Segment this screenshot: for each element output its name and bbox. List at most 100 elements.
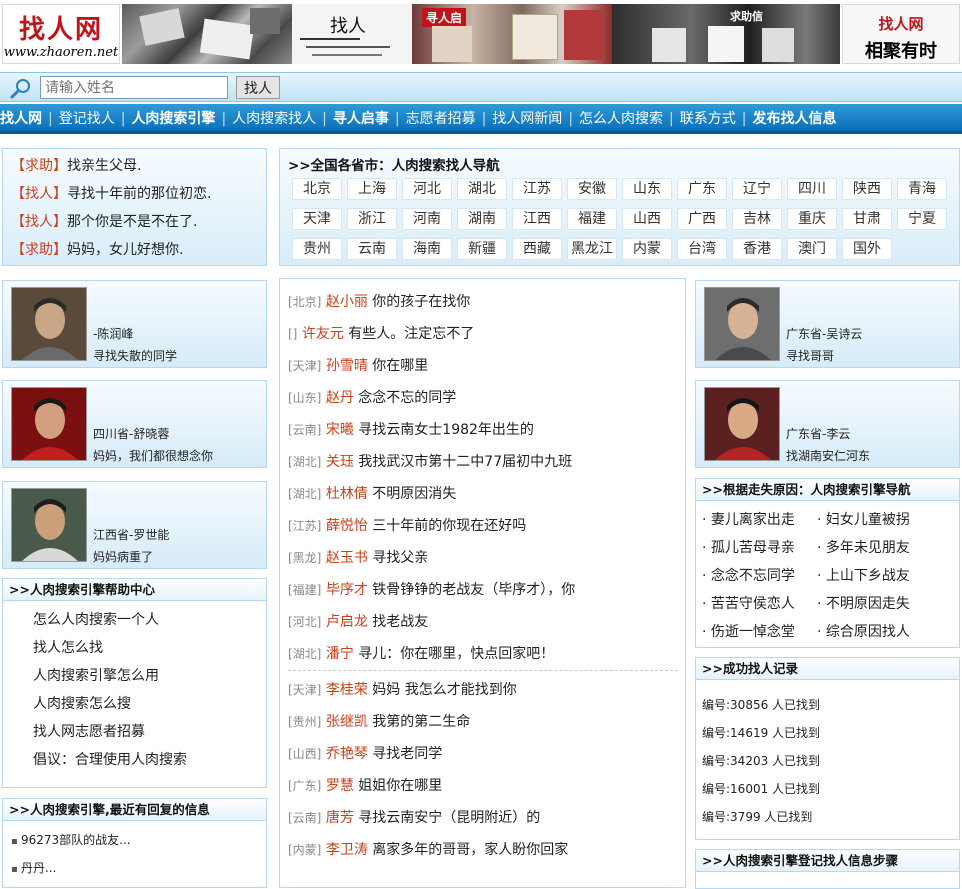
post-list-item[interactable]: [黑龙] 赵玉书 寻找父亲 bbox=[288, 547, 428, 567]
nav-item-1[interactable]: 登记找人 bbox=[59, 104, 115, 134]
nav-item-0[interactable]: 找人网 bbox=[0, 104, 42, 134]
region-link[interactable]: 陕西 bbox=[842, 178, 892, 200]
post-list-item[interactable]: [内蒙] 李卫涛 离家多年的哥哥，家人盼你回家 bbox=[288, 839, 568, 859]
reason-link[interactable]: · 孤儿苦母寻亲 bbox=[702, 537, 795, 557]
post-name[interactable]: 李卫涛 bbox=[326, 842, 368, 858]
success-record[interactable]: 编号:3799 人已找到 bbox=[702, 808, 812, 825]
replied-item[interactable]: ▪ 96273部队的战友... bbox=[11, 831, 131, 848]
nav-item-7[interactable]: 怎么人肉搜索 bbox=[579, 104, 663, 134]
post-list-item[interactable]: [贵州] 张继凯 我第的第二生命 bbox=[288, 711, 470, 731]
region-link[interactable]: 云南 bbox=[347, 238, 397, 260]
region-link[interactable]: 浙江 bbox=[347, 208, 397, 230]
region-link[interactable]: 四川 bbox=[787, 178, 837, 200]
reason-link[interactable]: · 苦苦守侯恋人 bbox=[702, 593, 795, 613]
nav-item-6[interactable]: 找人网新闻 bbox=[492, 104, 562, 134]
region-link[interactable]: 山东 bbox=[622, 178, 672, 200]
help-center-link[interactable]: 倡议：合理使用人肉搜索 bbox=[33, 749, 187, 769]
success-record[interactable]: 编号:30856 人已找到 bbox=[702, 696, 820, 713]
nav-item-3[interactable]: 人肉搜索找人 bbox=[232, 104, 316, 134]
post-list-item[interactable]: [山东] 赵丹 念念不忘的同学 bbox=[288, 387, 456, 407]
region-link[interactable]: 海南 bbox=[402, 238, 452, 260]
help-center-link[interactable]: 人肉搜索怎么搜 bbox=[33, 693, 131, 713]
help-center-link[interactable]: 怎么人肉搜索一个人 bbox=[33, 609, 159, 629]
post-name[interactable]: 唐芳 bbox=[326, 810, 354, 826]
post-list-item[interactable]: [江苏] 薛悦怡 三十年前的你现在还好吗 bbox=[288, 515, 526, 535]
person-card[interactable]: 广东省-吴诗云 寻找哥哥 bbox=[695, 280, 960, 368]
person-card[interactable]: 江西省-罗世能 妈妈病重了 bbox=[2, 481, 267, 569]
reason-link[interactable]: · 多年未见朋友 bbox=[817, 537, 910, 557]
region-link[interactable]: 江苏 bbox=[512, 178, 562, 200]
region-link[interactable]: 广东 bbox=[677, 178, 727, 200]
post-list-item[interactable]: [湖北] 潘宁 寻儿：你在哪里，快点回家吧！ bbox=[288, 643, 554, 663]
post-name[interactable]: 赵玉书 bbox=[326, 550, 368, 566]
post-list-item[interactable]: [云南] 唐芳 寻找云南安宁（昆明附近）的 bbox=[288, 807, 540, 827]
region-link[interactable]: 黑龙江 bbox=[567, 238, 617, 260]
region-link[interactable]: 天津 bbox=[292, 208, 342, 230]
nav-item-4[interactable]: 寻人启事 bbox=[333, 104, 389, 134]
help-post-item[interactable]: 【找人】寻找十年前的那位初恋. bbox=[11, 183, 211, 203]
region-link[interactable]: 吉林 bbox=[732, 208, 782, 230]
post-name[interactable]: 关珏 bbox=[326, 454, 354, 470]
person-name[interactable]: 广东省-李云 bbox=[786, 425, 850, 442]
reason-link[interactable]: · 念念不忘同学 bbox=[702, 565, 795, 585]
region-link[interactable]: 江西 bbox=[512, 208, 562, 230]
success-record[interactable]: 编号:34203 人已找到 bbox=[702, 752, 820, 769]
replied-item[interactable]: ▪ 丹丹... bbox=[11, 859, 56, 876]
post-list-item[interactable]: [福建] 毕序才 铁骨铮铮的老战友（毕序才），你 bbox=[288, 579, 575, 599]
post-name[interactable]: 毕序才 bbox=[326, 582, 368, 598]
help-post-item[interactable]: 【求助】找亲生父母. bbox=[11, 155, 141, 175]
region-link[interactable]: 西藏 bbox=[512, 238, 562, 260]
region-link[interactable]: 辽宁 bbox=[732, 178, 782, 200]
region-link[interactable]: 甘肃 bbox=[842, 208, 892, 230]
region-link[interactable]: 内蒙 bbox=[622, 238, 672, 260]
reason-link[interactable]: · 不明原因走失 bbox=[817, 593, 910, 613]
region-link[interactable]: 河北 bbox=[402, 178, 452, 200]
region-link[interactable]: 国外 bbox=[842, 238, 892, 260]
reason-link[interactable]: · 妻儿离家出走 bbox=[702, 509, 795, 529]
post-list-item[interactable]: [广东] 罗慧 姐姐你在哪里 bbox=[288, 775, 442, 795]
person-name[interactable]: -陈润峰 bbox=[93, 325, 133, 342]
reason-link[interactable]: · 伤逝一悼念堂 bbox=[702, 621, 795, 641]
post-name[interactable]: 张继凯 bbox=[326, 714, 368, 730]
region-link[interactable]: 上海 bbox=[347, 178, 397, 200]
region-link[interactable]: 北京 bbox=[292, 178, 342, 200]
region-link[interactable]: 新疆 bbox=[457, 238, 507, 260]
person-name[interactable]: 江西省-罗世能 bbox=[93, 526, 169, 543]
post-name[interactable]: 卢启龙 bbox=[326, 614, 368, 630]
site-logo[interactable]: 找人网 www.zhaoren.net bbox=[2, 4, 120, 64]
success-record[interactable]: 编号:14619 人已找到 bbox=[702, 724, 820, 741]
post-name[interactable]: 薛悦怡 bbox=[326, 518, 368, 534]
post-name[interactable]: 孙雪晴 bbox=[326, 358, 368, 374]
post-name[interactable]: 罗慧 bbox=[326, 778, 354, 794]
post-name[interactable]: 潘宁 bbox=[326, 646, 354, 662]
nav-item-2[interactable]: 人肉搜索引擎 bbox=[131, 104, 215, 134]
post-list-item[interactable]: [山西] 乔艳琴 寻找老同学 bbox=[288, 743, 442, 763]
person-photo[interactable] bbox=[704, 287, 780, 361]
post-name[interactable]: 杜林倩 bbox=[326, 486, 368, 502]
person-name[interactable]: 广东省-吴诗云 bbox=[786, 325, 862, 342]
person-photo[interactable] bbox=[11, 287, 87, 361]
nav-item-9[interactable]: 发布找人信息 bbox=[752, 104, 836, 134]
post-list-item[interactable]: [天津] 孙雪晴 你在哪里 bbox=[288, 355, 428, 375]
post-list-item[interactable]: [北京] 赵小丽 你的孩子在找你 bbox=[288, 291, 470, 311]
post-list-item[interactable]: [] 许友元 有些人。注定忘不了 bbox=[288, 323, 474, 343]
name-search-input[interactable] bbox=[40, 76, 228, 99]
reason-link[interactable]: · 妇女儿童被拐 bbox=[817, 509, 910, 529]
nav-item-8[interactable]: 联系方式 bbox=[680, 104, 736, 134]
person-card[interactable]: 广东省-李云 找湖南安仁河东 bbox=[695, 380, 960, 468]
help-post-item[interactable]: 【求助】妈妈，女儿好想你. bbox=[11, 239, 183, 259]
person-card[interactable]: -陈润峰 寻找失散的同学 bbox=[2, 280, 267, 368]
post-list-item[interactable]: [湖北] 杜林倩 不明原因消失 bbox=[288, 483, 456, 503]
post-name[interactable]: 李桂荣 bbox=[326, 682, 368, 698]
person-photo[interactable] bbox=[704, 387, 780, 461]
region-link[interactable]: 台湾 bbox=[677, 238, 727, 260]
post-name[interactable]: 赵小丽 bbox=[326, 294, 368, 310]
region-link[interactable]: 湖南 bbox=[457, 208, 507, 230]
region-link[interactable]: 澳门 bbox=[787, 238, 837, 260]
help-post-item[interactable]: 【找人】那个你是不是不在了. bbox=[11, 211, 197, 231]
post-name[interactable]: 乔艳琴 bbox=[326, 746, 368, 762]
help-center-link[interactable]: 人肉搜索引擎怎么用 bbox=[33, 665, 159, 685]
person-card[interactable]: 四川省-舒晓蓉 妈妈，我们都很想念你 bbox=[2, 380, 267, 468]
success-record[interactable]: 编号:16001 人已找到 bbox=[702, 780, 820, 797]
region-link[interactable]: 香港 bbox=[732, 238, 782, 260]
